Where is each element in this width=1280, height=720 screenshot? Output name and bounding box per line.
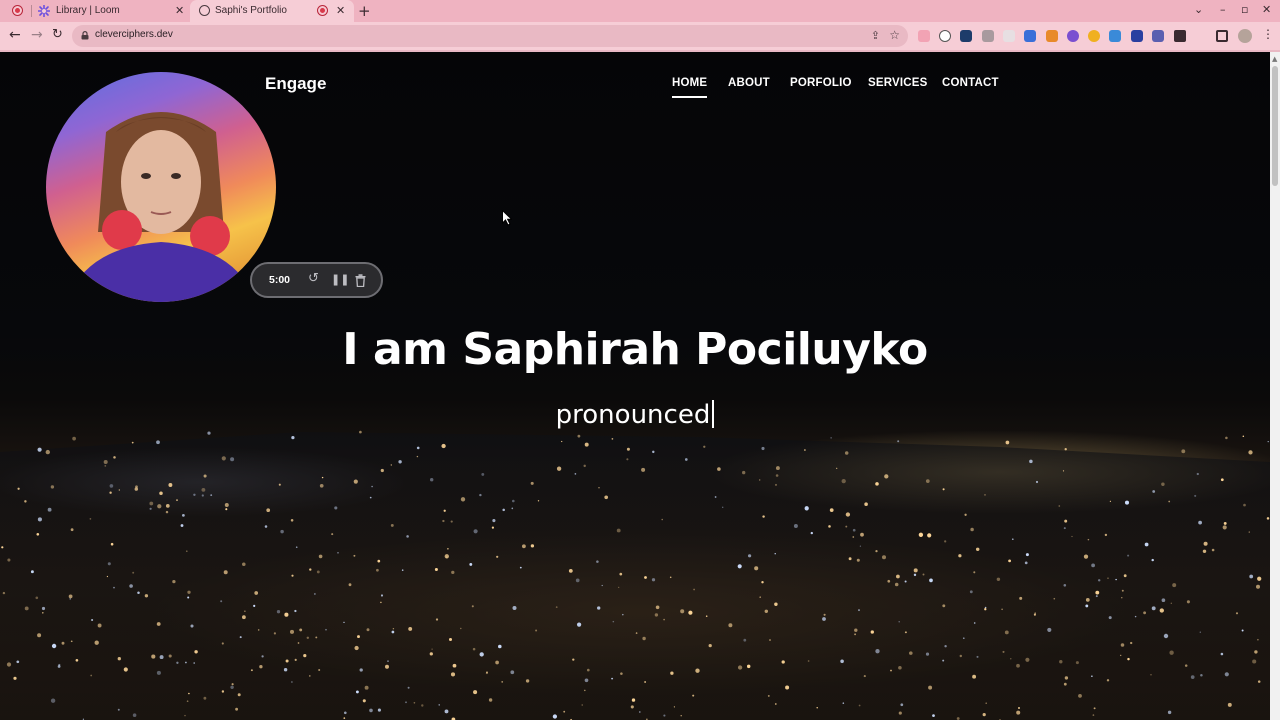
tab-search-chevron-icon[interactable]: ⌄ (1194, 3, 1203, 16)
recording-timer: 5:00 (269, 274, 291, 286)
recording-indicator-icon (318, 6, 327, 15)
menu-kebab-icon[interactable]: ⋮ (1262, 27, 1274, 41)
city-lights-background (0, 430, 1270, 720)
trash-icon[interactable] (355, 274, 366, 287)
extension-icon[interactable] (918, 30, 930, 42)
back-arrow-icon[interactable]: ← (9, 27, 21, 43)
typing-caret (712, 400, 715, 428)
nav-about[interactable]: ABOUT (728, 77, 770, 89)
extension-icon[interactable] (1024, 30, 1036, 42)
lock-icon (81, 31, 89, 40)
close-tab-icon[interactable]: ✕ (175, 4, 184, 17)
scrollbar-thumb[interactable] (1272, 66, 1278, 186)
profile-avatar-icon[interactable] (1238, 29, 1252, 43)
extension-icon[interactable] (1109, 30, 1121, 42)
tab-title: Saphi's Portfolio (215, 5, 287, 16)
extension-icon[interactable] (1003, 30, 1015, 42)
side-panel-icon[interactable] (1216, 30, 1228, 42)
hero-typed-text: pronounced (555, 400, 711, 430)
share-icon[interactable]: ⇪ (871, 29, 880, 42)
bookmark-star-icon[interactable]: ☆ (889, 28, 900, 42)
extension-icon[interactable] (1067, 30, 1079, 42)
scroll-up-arrow-icon[interactable]: ▲ (1272, 55, 1277, 63)
hero-subtitle: pronounced (0, 400, 1270, 430)
pause-icon[interactable]: ❚❚ (331, 273, 349, 286)
close-window-icon[interactable]: ✕ (1262, 3, 1271, 16)
nav-home[interactable]: HOME (672, 77, 708, 98)
tab-title: Library | Loom (56, 5, 120, 16)
mouse-pointer-icon (502, 210, 512, 226)
extension-icon[interactable] (1131, 30, 1143, 42)
metamask-icon[interactable] (1046, 30, 1058, 42)
globe-favicon-icon (199, 5, 210, 16)
page-scrollbar[interactable]: ▲ (1270, 52, 1280, 720)
restart-icon[interactable]: ↺ (308, 271, 319, 286)
close-tab-icon[interactable]: ✕ (336, 4, 345, 17)
nav-portfolio[interactable]: PORFOLIO (790, 77, 852, 89)
tab-strip: Library | Loom ✕ Saphi's Portfolio ✕ + ⌄… (0, 0, 1280, 22)
hero-title: I am Saphirah Pociluyko (342, 324, 928, 375)
tab-divider (31, 5, 32, 17)
address-bar[interactable]: cleverciphers.dev ⇪ ☆ (72, 25, 908, 47)
maximize-icon[interactable]: ▫ (1241, 3, 1248, 16)
loom-favicon-icon (38, 5, 50, 17)
extension-icon[interactable] (960, 30, 972, 42)
site-logo[interactable]: Engage (265, 74, 326, 94)
tab-library-loom[interactable]: Library | Loom ✕ (0, 0, 190, 22)
puzzle-extensions-icon[interactable] (1174, 30, 1186, 42)
extension-icon[interactable] (982, 30, 994, 42)
nav-contact[interactable]: CONTACT (942, 77, 999, 89)
new-tab-plus-icon[interactable]: + (358, 2, 371, 20)
presenter-webcam-image (66, 112, 256, 302)
nav-services[interactable]: SERVICES (868, 77, 928, 89)
loom-recording-controls: 5:00 ↺ ❚❚ (250, 262, 383, 298)
url-text: cleverciphers.dev (95, 29, 173, 40)
loom-camera-bubble[interactable] (46, 72, 276, 302)
reload-icon[interactable]: ↻ (52, 27, 63, 42)
extension-icon[interactable] (1152, 30, 1164, 42)
extension-icon[interactable] (1088, 30, 1100, 42)
browser-toolbar: ← → ↻ cleverciphers.dev ⇪ ☆ ⋮ (0, 22, 1280, 50)
recording-indicator-icon (13, 6, 22, 15)
minimize-icon[interactable]: – (1220, 3, 1226, 16)
forward-arrow-icon[interactable]: → (31, 27, 43, 43)
tab-saphis-portfolio[interactable]: Saphi's Portfolio ✕ (190, 0, 354, 22)
hero-section: Engage HOME ABOUT PORFOLIO SERVICES CONT… (0, 52, 1270, 720)
extension-icon[interactable] (939, 30, 951, 42)
